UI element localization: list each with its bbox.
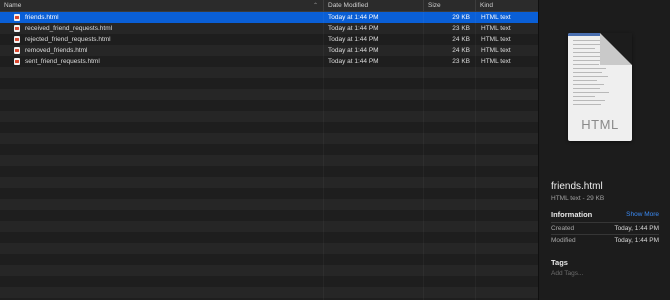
divider	[551, 222, 659, 223]
row-stripe	[0, 199, 538, 210]
file-date-modified: Today at 1:44 PM	[328, 58, 379, 65]
file-name: removed_friends.html	[25, 47, 88, 54]
show-more-link[interactable]: Show More	[626, 211, 659, 218]
column-header-kind[interactable]: Kind	[475, 0, 538, 12]
file-name: received_friend_requests.html	[25, 25, 113, 32]
page-fold-corner	[600, 33, 632, 65]
row-stripe	[0, 210, 538, 221]
html-file-icon	[14, 47, 20, 54]
column-divider	[423, 12, 424, 300]
file-date-modified: Today at 1:44 PM	[328, 25, 379, 32]
row-stripe	[0, 122, 538, 133]
file-row[interactable]: rejected_friend_requests.html Today at 1:…	[0, 34, 538, 45]
file-row[interactable]: received_friend_requests.html Today at 1:…	[0, 23, 538, 34]
row-stripe	[0, 155, 538, 166]
file-name: friends.html	[25, 14, 59, 21]
divider	[551, 234, 659, 235]
html-file-icon	[14, 14, 20, 21]
file-size: 24 KB	[452, 47, 470, 54]
chevron-up-icon: ⌃	[313, 3, 319, 9]
file-row[interactable]: friends.html Today at 1:44 PM 29 KB HTML te…	[0, 12, 538, 23]
row-stripe	[0, 166, 538, 177]
html-file-icon	[14, 25, 20, 32]
file-date-modified: Today at 1:44 PM	[328, 47, 379, 54]
file-list-pane[interactable]: Name ⌃ Date Modified Size Kind friends.h…	[0, 0, 538, 300]
row-stripe	[0, 221, 538, 232]
file-name: rejected_friend_requests.html	[25, 36, 111, 43]
created-value: Today, 1:44 PM	[614, 225, 659, 232]
row-stripe	[0, 276, 538, 287]
file-date-modified: Today at 1:44 PM	[328, 36, 379, 43]
created-label: Created	[551, 225, 575, 232]
file-kind: HTML text	[481, 36, 511, 43]
column-divider	[323, 12, 324, 300]
file-rows: friends.html Today at 1:44 PM 29 KB HTML te…	[0, 12, 538, 300]
html-file-icon	[14, 36, 20, 43]
file-size: 29 KB	[452, 14, 470, 21]
row-stripe	[0, 254, 538, 265]
preview-file-name: friends.html	[551, 181, 603, 192]
preview-pane: HTML friends.html HTML text - 29 KB Info…	[538, 0, 670, 300]
file-size: 23 KB	[452, 25, 470, 32]
html-file-icon	[14, 58, 20, 65]
row-stripe	[0, 287, 538, 298]
row-stripe	[0, 78, 538, 89]
column-header-date-modified[interactable]: Date Modified	[323, 0, 423, 12]
row-stripe	[0, 232, 538, 243]
file-kind: HTML text	[481, 14, 511, 21]
file-row[interactable]: sent_friend_requests.html Today at 1:44 P…	[0, 56, 538, 67]
row-stripe	[0, 243, 538, 254]
file-kind: HTML text	[481, 47, 511, 54]
row-stripe	[0, 188, 538, 199]
information-heading: Information	[551, 210, 593, 219]
column-header-name[interactable]: Name	[0, 0, 323, 12]
column-header-size[interactable]: Size	[423, 0, 475, 12]
thumbnail-type-label: HTML	[581, 117, 619, 132]
preview-file-subtitle: HTML text - 29 KB	[551, 195, 605, 202]
file-kind: HTML text	[481, 58, 511, 65]
row-stripe	[0, 265, 538, 276]
row-stripe	[0, 177, 538, 188]
row-stripe	[0, 89, 538, 100]
row-stripe	[0, 144, 538, 155]
file-size: 23 KB	[452, 58, 470, 65]
file-size: 24 KB	[452, 36, 470, 43]
file-name: sent_friend_requests.html	[25, 58, 100, 65]
file-kind: HTML text	[481, 25, 511, 32]
row-stripe	[0, 111, 538, 122]
modified-value: Today, 1:44 PM	[614, 237, 659, 244]
add-tags-field[interactable]: Add Tags...	[551, 270, 583, 277]
column-header: Name ⌃ Date Modified Size Kind	[0, 0, 538, 12]
row-stripe	[0, 133, 538, 144]
row-stripe	[0, 67, 538, 78]
modified-label: Modified	[551, 237, 576, 244]
tags-heading: Tags	[551, 258, 568, 267]
column-divider	[475, 12, 476, 300]
row-stripe	[0, 100, 538, 111]
file-row[interactable]: removed_friends.html Today at 1:44 PM 24 K…	[0, 45, 538, 56]
html-document-thumbnail: HTML	[568, 33, 632, 141]
file-date-modified: Today at 1:44 PM	[328, 14, 379, 21]
